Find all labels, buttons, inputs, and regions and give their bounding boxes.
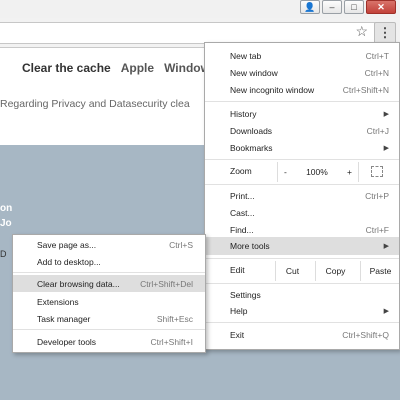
chrome-main-menu: New tab Ctrl+T New window Ctrl+N New inc… (204, 42, 400, 350)
chrome-menu-icon[interactable]: ⋮ (374, 22, 396, 44)
menu-separator (205, 159, 399, 160)
menu-item-shortcut: Ctrl+F (365, 224, 389, 235)
menu-item-label: New incognito window (230, 84, 315, 95)
zoom-in-button[interactable]: + (347, 167, 352, 177)
menu-item-shortcut: Ctrl+Shift+Q (342, 329, 389, 340)
menu-item-shortcut: Ctrl+Shift+N (342, 84, 389, 95)
menu-item-label: Print... (230, 190, 255, 201)
menu-item-shortcut: Ctrl+Shift+Del (140, 278, 193, 289)
copy-button[interactable]: Copy (315, 261, 355, 281)
menu-item-label: Save page as... (37, 239, 97, 250)
nav-link-clear-cache[interactable]: Clear the cache (22, 61, 111, 75)
submenu-arrow-icon: ▶ (383, 307, 389, 315)
menu-separator (205, 283, 399, 284)
user-icon[interactable]: 👤 (300, 0, 320, 14)
menu-item-shortcut: Ctrl+S (169, 239, 193, 250)
submenu-item-extensions[interactable]: Extensions (13, 293, 205, 310)
menu-separator (205, 322, 399, 323)
menu-item-label: Find... (230, 224, 254, 235)
menu-item-shortcut: Ctrl+Shift+I (150, 336, 193, 347)
minimize-button[interactable]: – (322, 0, 342, 14)
submenu-arrow-icon: ▶ (383, 243, 389, 250)
close-button[interactable]: ✕ (366, 0, 396, 14)
menu-item-shortcut: Ctrl+P (365, 190, 389, 201)
menu-item-label: Extensions (37, 296, 79, 307)
zoom-label: Zoom (230, 166, 252, 176)
menu-separator (13, 272, 205, 273)
site-navigation: Clear the cache Apple Windows (22, 61, 217, 75)
menu-item-new-incognito-window[interactable]: New incognito window Ctrl+Shift+N (205, 81, 399, 98)
menu-item-label: Developer tools (37, 336, 97, 347)
maximize-button[interactable]: □ (344, 0, 364, 14)
submenu-item-developer-tools[interactable]: Developer tools Ctrl+Shift+I (13, 333, 205, 350)
edit-label: Edit (230, 265, 245, 275)
menu-item-shortcut: Shift+Esc (156, 313, 193, 324)
menu-item-exit[interactable]: Exit Ctrl+Shift+Q (205, 326, 399, 343)
submenu-item-clear-browsing-data[interactable]: Clear browsing data... Ctrl+Shift+Del (13, 275, 205, 292)
menu-item-label: Clear browsing data... (37, 278, 120, 289)
submenu-item-save-page[interactable]: Save page as... Ctrl+S (13, 236, 205, 253)
menu-item-label: Task manager (37, 313, 91, 324)
more-tools-submenu: Save page as... Ctrl+S Add to desktop...… (12, 234, 206, 353)
bookmark-star-icon[interactable]: ☆ (355, 23, 368, 40)
menu-separator (205, 101, 399, 102)
menu-item-label: Exit (230, 329, 245, 340)
menu-item-history[interactable]: History ▶ (205, 105, 399, 122)
zoom-control-row: Zoom - 100% + (205, 161, 399, 183)
menu-item-label: Cast... (230, 207, 255, 218)
menu-item-shortcut: Ctrl+T (365, 50, 389, 61)
menu-item-new-window[interactable]: New window Ctrl+N (205, 64, 399, 81)
zoom-level-value: 100% (306, 167, 328, 177)
submenu-arrow-icon: ▶ (383, 110, 389, 118)
hero-text-line: Jo (0, 218, 12, 229)
address-bar[interactable] (0, 22, 376, 44)
menu-item-help[interactable]: Help ▶ (205, 302, 399, 319)
menu-item-new-tab[interactable]: New tab Ctrl+T (205, 47, 399, 64)
menu-item-find[interactable]: Find... Ctrl+F (205, 221, 399, 238)
hero-text-line: on (0, 203, 13, 214)
menu-item-more-tools[interactable]: More tools ▶ (205, 237, 399, 255)
menu-item-label: Help (230, 305, 248, 316)
submenu-item-task-manager[interactable]: Task manager Shift+Esc (13, 310, 205, 327)
nav-link-apple[interactable]: Apple (121, 61, 154, 75)
menu-item-print[interactable]: Print... Ctrl+P (205, 187, 399, 204)
menu-item-label: Bookmarks (230, 142, 273, 153)
menu-item-cast[interactable]: Cast... (205, 204, 399, 221)
menu-item-label: History (230, 108, 257, 119)
menu-item-shortcut: Ctrl+J (366, 125, 389, 136)
menu-separator (205, 258, 399, 259)
window-controls: 👤 – □ ✕ (300, 0, 396, 16)
submenu-arrow-icon: ▶ (383, 144, 389, 152)
menu-item-label: Settings (230, 289, 261, 300)
window-titlebar: 👤 – □ ✕ (0, 0, 400, 18)
cut-button[interactable]: Cut (275, 261, 309, 281)
submenu-item-add-to-desktop[interactable]: Add to desktop... (13, 253, 205, 270)
menu-item-bookmarks[interactable]: Bookmarks ▶ (205, 139, 399, 156)
paste-button[interactable]: Paste (360, 261, 400, 281)
menu-separator (13, 329, 205, 330)
zoom-out-button[interactable]: - (284, 167, 287, 177)
page-subtitle: Regarding Privacy and Datasecurity clea (0, 98, 190, 110)
menu-item-settings[interactable]: Settings (205, 286, 399, 303)
zoom-controls: - 100% + (277, 162, 359, 182)
menu-item-label: Add to desktop... (37, 256, 101, 267)
page-edge-text: D (0, 249, 7, 259)
menu-item-label: Downloads (230, 125, 273, 136)
menu-item-label: More tools (230, 241, 270, 251)
menu-item-downloads[interactable]: Downloads Ctrl+J (205, 122, 399, 139)
fullscreen-icon[interactable] (371, 166, 383, 177)
edit-control-row: Edit Cut Copy Paste (205, 260, 399, 282)
menu-separator (205, 184, 399, 185)
menu-item-shortcut: Ctrl+N (364, 67, 389, 78)
menu-item-label: New tab (230, 50, 262, 61)
menu-item-label: New window (230, 67, 278, 78)
